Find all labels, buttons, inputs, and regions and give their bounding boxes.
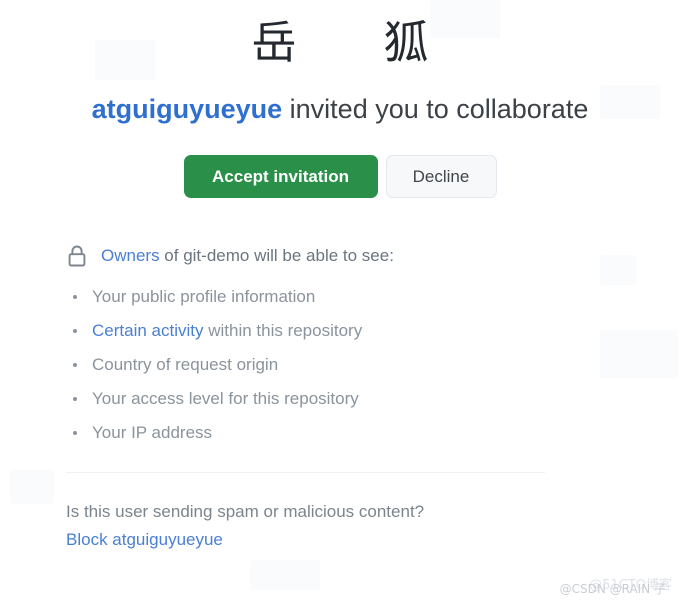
action-buttons: Accept invitation Decline <box>0 155 680 198</box>
list-item-text: Your access level for this repository <box>92 389 359 408</box>
list-item: Your IP address <box>66 420 566 445</box>
lock-icon <box>68 245 86 267</box>
list-item-text: Country of request origin <box>92 355 279 374</box>
list-item-text: Your public profile information <box>92 287 316 306</box>
report-footer: Is this user sending spam or malicious c… <box>66 500 566 552</box>
decline-button[interactable]: Decline <box>385 155 497 198</box>
page-title: atguiguyueyue invited you to collaborate <box>0 92 680 126</box>
list-item: Certain activity within this repository <box>66 318 566 343</box>
list-item: Your public profile information <box>66 284 566 309</box>
watermark-front-text: @CSDN @RAIN 子 <box>559 582 666 596</box>
permissions-block: Owners of git-demo will be able to see: … <box>66 244 566 445</box>
list-item: Country of request origin <box>66 352 566 377</box>
accept-invitation-button[interactable]: Accept invitation <box>183 155 378 198</box>
block-user-link[interactable]: Block atguiguyueyue <box>66 528 223 552</box>
spam-question: Is this user sending spam or malicious c… <box>66 502 425 521</box>
list-item-text: Your IP address <box>92 423 213 442</box>
owners-link[interactable]: Owners <box>101 246 160 265</box>
watermark-back-text: @51CTO博客 <box>589 578 672 593</box>
permissions-heading: Owners of git-demo will be able to see: <box>66 244 566 268</box>
permissions-list: Your public profile information Certain … <box>66 284 566 445</box>
permissions-heading-rest: of git-demo will be able to see: <box>159 246 394 265</box>
section-divider <box>66 472 545 473</box>
inviter-avatar: 岳 <box>251 15 297 69</box>
invitation-page: 岳 狐 atguiguyueyue invited you to collabo… <box>0 0 680 602</box>
invitee-avatar: 狐 <box>383 15 429 69</box>
certain-activity-link[interactable]: Certain activity <box>92 321 203 340</box>
permissions-heading-text: Owners of git-demo will be able to see: <box>101 245 394 267</box>
inviter-username-link[interactable]: atguiguyueyue <box>92 94 283 124</box>
list-item: Your access level for this repository <box>66 386 566 411</box>
page-title-rest: invited you to collaborate <box>282 94 589 124</box>
avatar-group: 岳 狐 <box>0 0 680 76</box>
list-item-text: within this repository <box>203 321 363 340</box>
